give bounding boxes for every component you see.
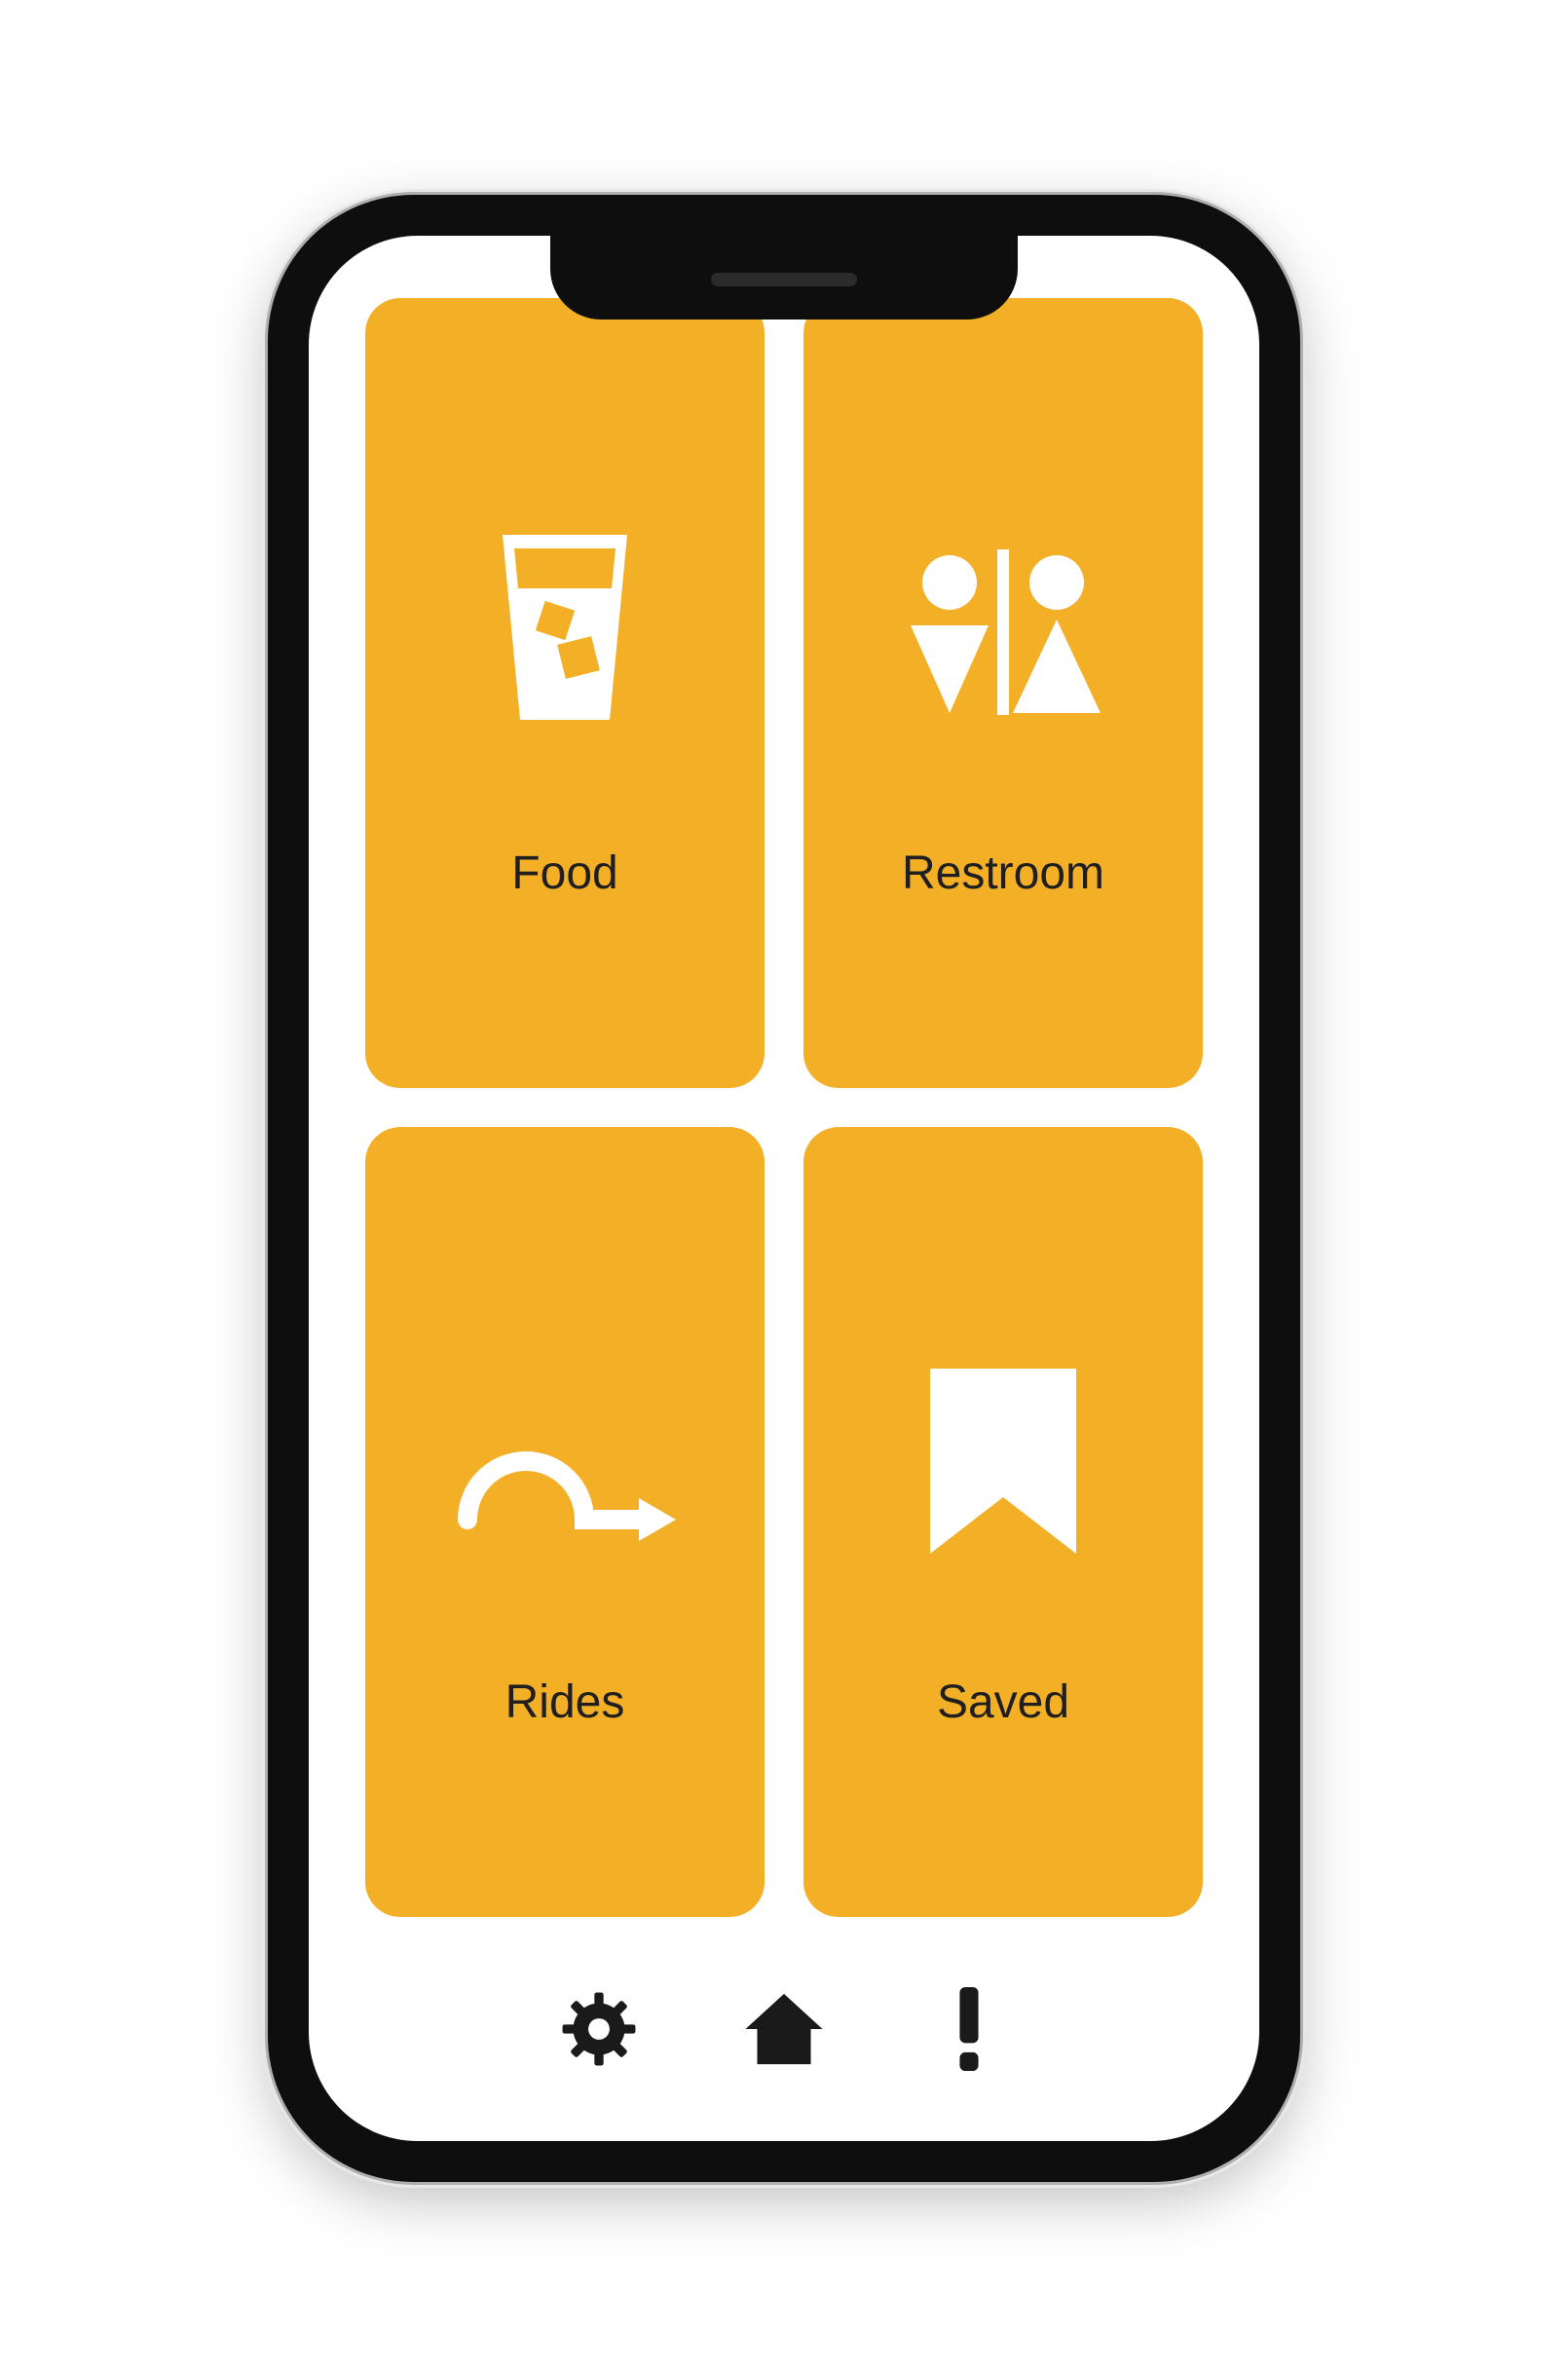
tile-restroom[interactable]: Restroom	[803, 298, 1203, 1088]
nav-settings[interactable]	[555, 1985, 643, 2073]
bottom-nav	[309, 1946, 1259, 2141]
tile-food[interactable]: Food	[365, 298, 765, 1088]
stage: Food	[0, 0, 1568, 2369]
alert-icon	[950, 1987, 989, 2071]
category-grid: Food	[309, 236, 1259, 1946]
app-root: Food	[309, 236, 1259, 2141]
loop-arrow-icon	[448, 1315, 682, 1607]
nav-alerts[interactable]	[925, 1985, 1013, 2073]
tile-label: Saved	[937, 1675, 1069, 1729]
phone-speaker	[711, 273, 857, 286]
drink-icon	[497, 486, 633, 778]
phone-notch	[550, 236, 1018, 320]
nav-home[interactable]	[740, 1985, 828, 2073]
bookmark-icon	[930, 1315, 1076, 1607]
restroom-icon	[896, 486, 1110, 778]
phone-screen: Food	[309, 236, 1259, 2141]
tile-label: Restroom	[902, 846, 1104, 900]
gear-icon	[561, 1991, 637, 2067]
home-icon	[742, 1987, 826, 2071]
tile-saved[interactable]: Saved	[803, 1127, 1203, 1917]
tile-label: Rides	[505, 1675, 625, 1729]
tile-rides[interactable]: Rides	[365, 1127, 765, 1917]
tile-label: Food	[511, 846, 617, 900]
phone-frame: Food	[268, 195, 1300, 2182]
